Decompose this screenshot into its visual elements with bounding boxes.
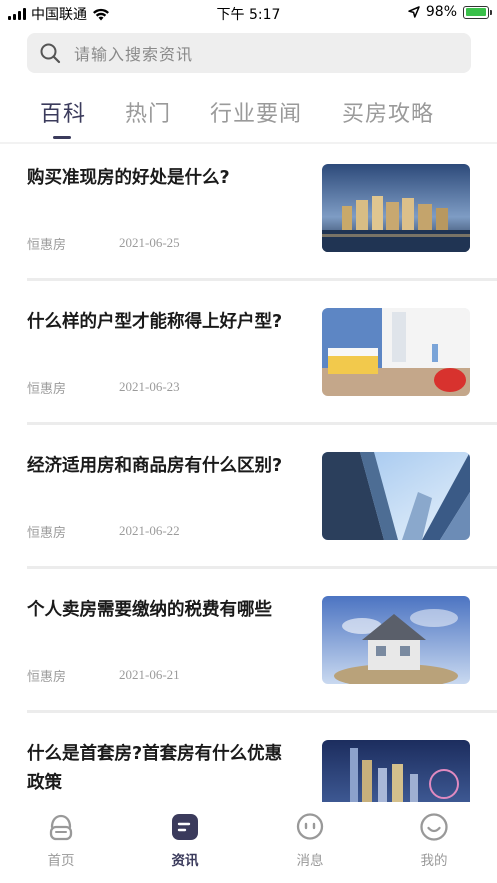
battery-percent: 98%: [425, 4, 457, 20]
article-title[interactable]: 什么样的户型才能称得上好户型?: [27, 308, 289, 337]
nav-messages-label: 消息: [296, 853, 324, 869]
category-tabs: 百科 热门 行业要闻 买房攻略: [0, 96, 497, 142]
search-icon: [40, 43, 61, 64]
article-source: 恒惠房: [27, 670, 67, 685]
search-bar[interactable]: 请输入搜索资讯: [27, 33, 471, 73]
location-arrow-icon: [408, 6, 420, 18]
list-divider: [27, 422, 497, 425]
tab-industry-news[interactable]: 行业要闻: [210, 96, 302, 128]
battery-level: [465, 8, 487, 16]
tab-baike[interactable]: 百科: [40, 96, 86, 128]
article-date: 2021-06-22: [119, 523, 180, 538]
news-icon: [172, 814, 198, 840]
nav-news[interactable]: 资讯: [145, 812, 225, 869]
article-item[interactable]: 购买准现房的好处是什么? 恒惠房 2021-06-25: [0, 144, 497, 288]
list-divider: [27, 710, 497, 713]
status-bar: 中国联通 下午 5:17 98%: [0, 0, 497, 26]
article-title[interactable]: 购买准现房的好处是什么?: [27, 164, 289, 193]
article-source: 恒惠房: [27, 238, 67, 253]
nav-home[interactable]: 首页: [21, 812, 101, 869]
nav-messages[interactable]: 消息: [270, 812, 350, 869]
list-divider: [27, 566, 497, 569]
article-item[interactable]: 经济适用房和商品房有什么区别? 恒惠房 2021-06-22: [0, 432, 497, 576]
nav-news-label: 资讯: [171, 853, 199, 869]
article-date: 2021-06-23: [119, 379, 180, 394]
battery-icon: [463, 5, 492, 19]
article-title[interactable]: 经济适用房和商品房有什么区别?: [27, 452, 289, 481]
active-tab-indicator: [53, 136, 71, 139]
article-item[interactable]: 什么样的户型才能称得上好户型? 恒惠房 2021-06-23: [0, 288, 497, 432]
article-source: 恒惠房: [27, 526, 67, 541]
home-icon: [49, 814, 73, 841]
article-title[interactable]: 个人卖房需要缴纳的税费有哪些: [27, 596, 289, 625]
profile-smile-icon: [420, 813, 448, 841]
nav-profile[interactable]: 我的: [394, 812, 474, 869]
message-icon: [296, 813, 324, 840]
house-on-coins-photo[interactable]: [322, 596, 470, 684]
article-item[interactable]: 个人卖房需要缴纳的税费有哪些 恒惠房 2021-06-21: [0, 576, 497, 720]
city-skyline-night-photo[interactable]: [322, 164, 470, 252]
tab-hot[interactable]: 热门: [125, 96, 171, 128]
status-right: 98%: [408, 4, 492, 20]
article-date: 2021-06-25: [119, 235, 180, 250]
kids-bedroom-interior-photo[interactable]: [322, 308, 470, 396]
article-date: 2021-06-21: [119, 667, 180, 682]
skyscrapers-upward-photo[interactable]: [322, 452, 470, 540]
article-title[interactable]: 什么是首套房?首套房有什么优惠政策: [27, 740, 289, 798]
list-divider: [27, 278, 497, 281]
nav-profile-label: 我的: [420, 853, 448, 869]
nav-home-label: 首页: [47, 853, 75, 869]
search-input[interactable]: 请输入搜索资讯: [74, 41, 193, 65]
bottom-nav: 首页 资讯 消息 我的: [0, 802, 497, 883]
article-source: 恒惠房: [27, 382, 67, 397]
tab-buying-guide[interactable]: 买房攻略: [342, 96, 434, 128]
